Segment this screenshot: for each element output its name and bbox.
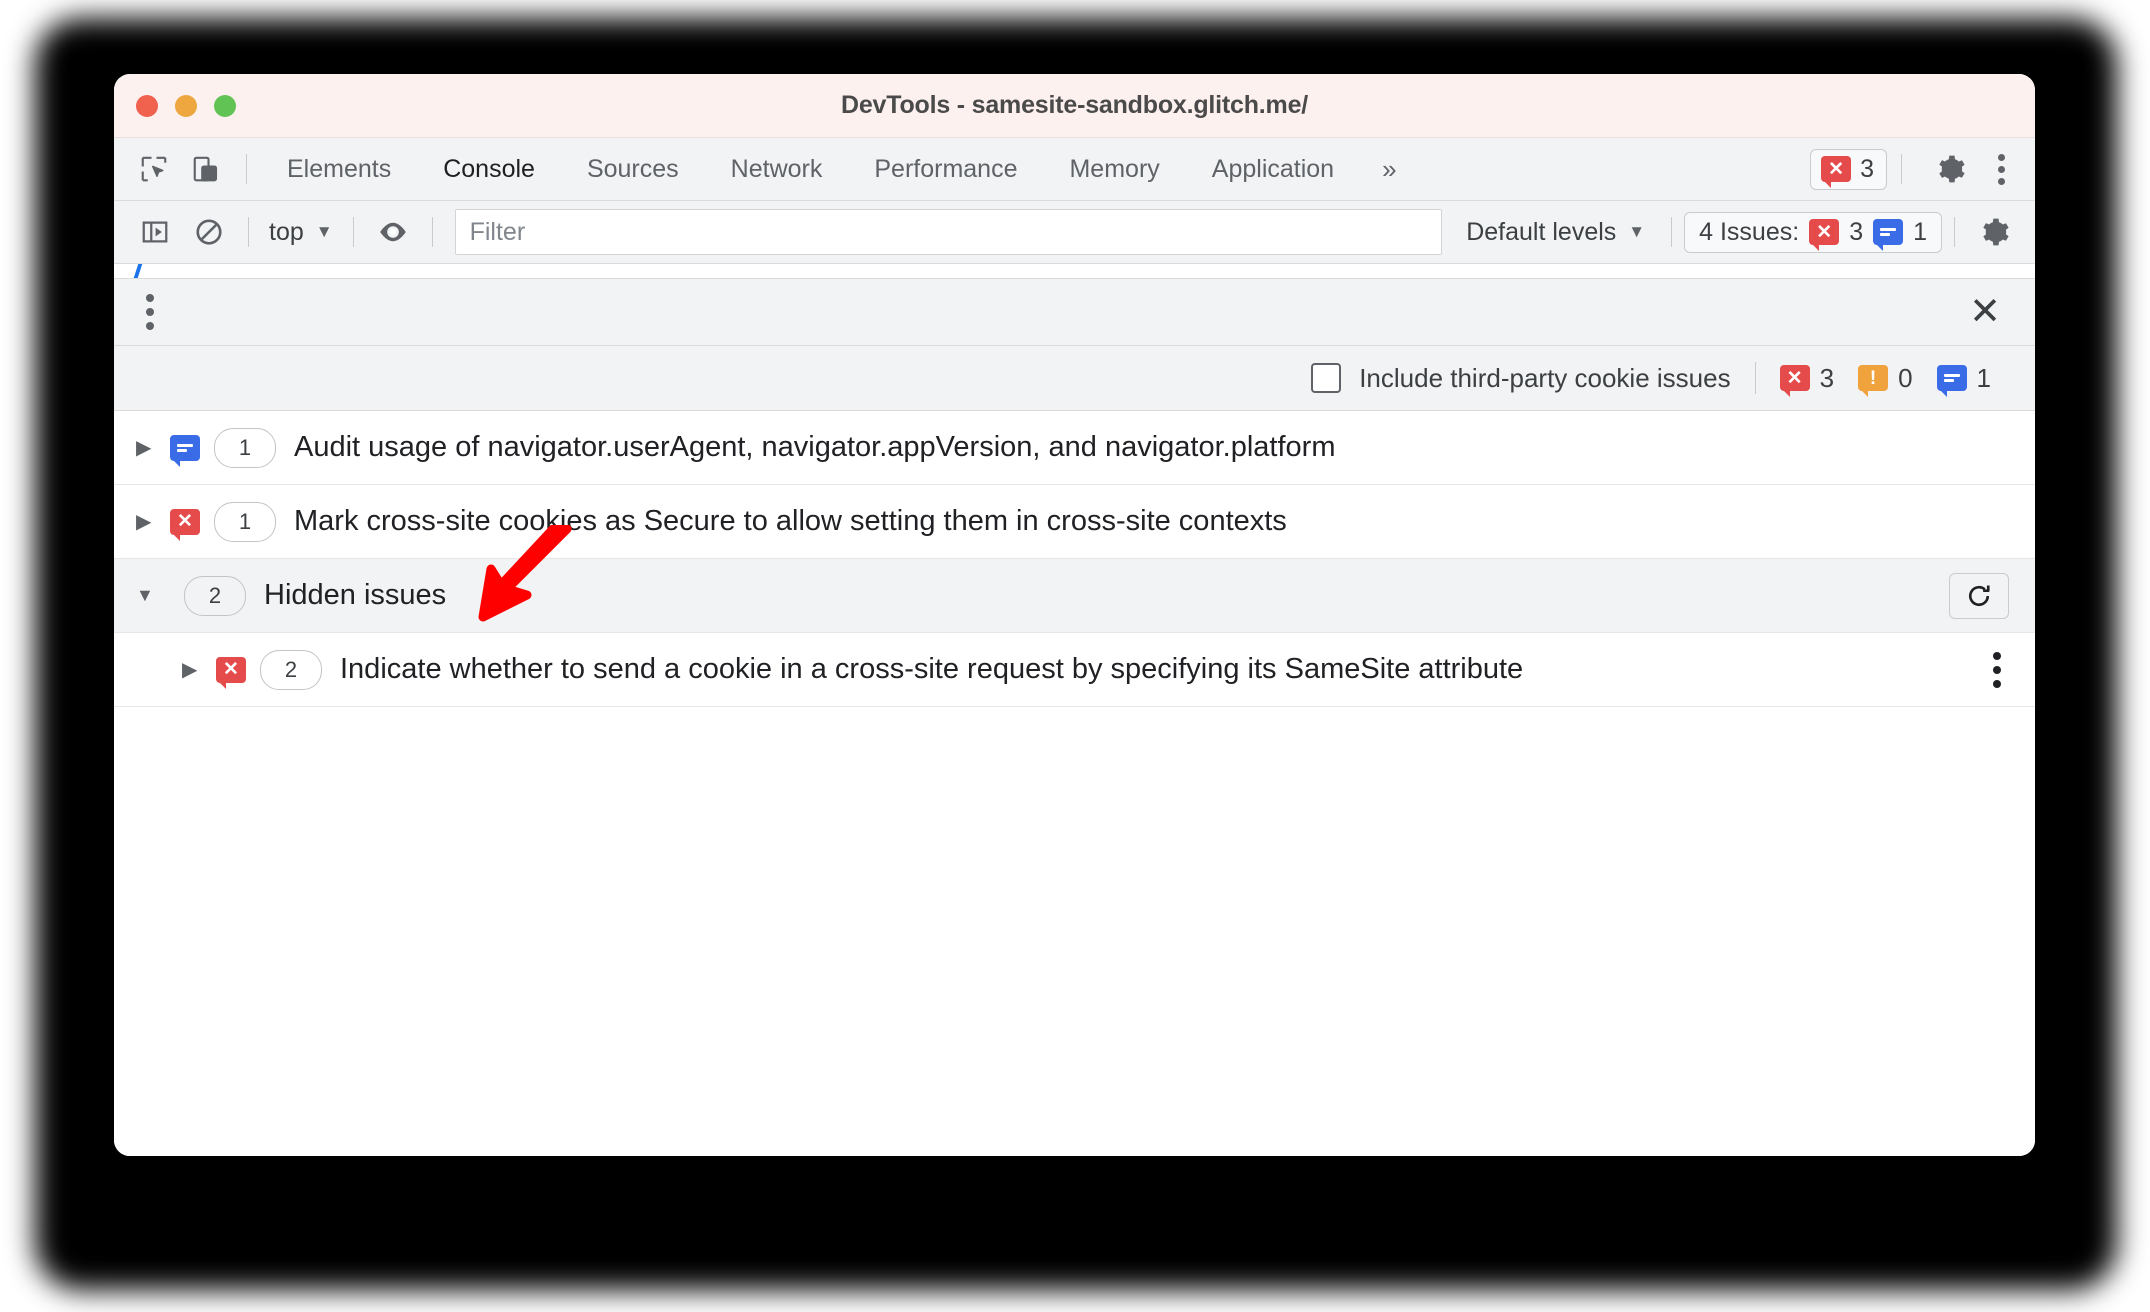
issues-error-count: 3 bbox=[1849, 217, 1864, 246]
toolbar-divider-2 bbox=[352, 217, 354, 247]
drawer-header: ✕ bbox=[114, 279, 2035, 346]
error-bubble-icon: ✕ bbox=[1821, 156, 1852, 188]
live-expression-icon[interactable] bbox=[366, 209, 420, 255]
hidden-issues-group-row[interactable]: ▼ 2 Hidden issues bbox=[114, 559, 2035, 633]
issues-empty-area bbox=[114, 707, 2035, 1156]
issue-row[interactable]: ▶ ✕ 2 Indicate whether to send a cookie … bbox=[114, 633, 2035, 707]
subbar-divider bbox=[1754, 362, 1756, 394]
third-party-cookie-checkbox[interactable]: Include third-party cookie issues bbox=[1311, 362, 1731, 394]
collapse-triangle-icon[interactable]: ▼ bbox=[136, 585, 170, 606]
issues-info-count: 1 bbox=[1913, 217, 1927, 246]
info-count-value: 1 bbox=[1976, 362, 1991, 393]
gear-icon[interactable] bbox=[1967, 209, 2021, 255]
more-tabs-icon[interactable]: » bbox=[1360, 154, 1418, 185]
issue-title: Mark cross-site cookies as Secure to all… bbox=[294, 505, 1287, 537]
error-bubble-icon: ✕ bbox=[1779, 365, 1810, 397]
tab-sources[interactable]: Sources bbox=[561, 138, 705, 200]
chevron-down-icon: ▼ bbox=[315, 222, 333, 241]
filter-placeholder: Filter bbox=[469, 217, 526, 246]
expand-triangle-icon[interactable]: ▶ bbox=[136, 435, 170, 460]
checkbox-label: Include third-party cookie issues bbox=[1359, 362, 1731, 393]
tab-elements[interactable]: Elements bbox=[261, 138, 417, 200]
toolbar-divider-3 bbox=[431, 217, 433, 247]
error-bubble-icon: ✕ bbox=[216, 656, 246, 689]
drawer-tab-strip bbox=[114, 264, 2035, 279]
row-menu-icon[interactable] bbox=[1993, 651, 2001, 688]
expand-triangle-icon[interactable]: ▶ bbox=[182, 657, 216, 682]
title-bar: DevTools - samesite-sandbox.glitch.me/ bbox=[114, 74, 2035, 138]
issues-filter-bar: Include third-party cookie issues ✕ 3 ! … bbox=[114, 346, 2035, 411]
checkbox-icon[interactable] bbox=[1311, 363, 1342, 393]
device-toolbar-icon[interactable] bbox=[180, 146, 232, 192]
info-bubble-icon bbox=[1936, 365, 1967, 397]
console-sidebar-icon[interactable] bbox=[128, 209, 182, 255]
tabbar-right-divider bbox=[1901, 154, 1902, 184]
issue-title: Audit usage of navigator.userAgent, navi… bbox=[294, 431, 1336, 463]
hidden-issues-count-pill: 2 bbox=[184, 575, 246, 616]
clear-console-icon[interactable] bbox=[182, 209, 236, 255]
info-bubble-icon bbox=[1873, 219, 1904, 251]
active-tab-accent bbox=[133, 264, 143, 278]
log-levels-dropdown[interactable]: Default levels ▼ bbox=[1452, 218, 1659, 247]
issue-count-pill: 1 bbox=[214, 501, 276, 542]
toolbar-divider-4 bbox=[1671, 217, 1673, 247]
issue-count-pill: 1 bbox=[214, 427, 276, 468]
warning-count-value: 0 bbox=[1898, 362, 1913, 393]
error-count-badge[interactable]: ✕ 3 bbox=[1810, 148, 1887, 190]
tabbar-right-actions: ✕ 3 bbox=[1810, 146, 2035, 192]
panel-tabs: Elements Console Sources Network Perform… bbox=[261, 138, 1419, 200]
devtools-tab-bar: Elements Console Sources Network Perform… bbox=[114, 138, 2035, 201]
execution-context-selector[interactable]: top ▼ bbox=[261, 218, 341, 247]
console-toolbar: top ▼ Filter Default levels ▼ 4 Issues: bbox=[114, 201, 2035, 264]
error-bubble-icon: ✕ bbox=[170, 508, 200, 541]
screenshot-root: DevTools - samesite-sandbox.glitch.me/ E… bbox=[0, 0, 2150, 1312]
error-count-value: 3 bbox=[1819, 362, 1835, 393]
warning-bubble-icon: ! bbox=[1858, 365, 1889, 397]
kebab-menu-icon[interactable] bbox=[1984, 153, 2019, 185]
error-bubble-icon: ✕ bbox=[1809, 219, 1840, 251]
hidden-issues-title: Hidden issues bbox=[264, 579, 447, 611]
tab-memory[interactable]: Memory bbox=[1043, 138, 1185, 200]
error-count-value: 3 bbox=[1860, 154, 1874, 183]
tab-network[interactable]: Network bbox=[705, 138, 849, 200]
log-levels-label: Default levels bbox=[1466, 217, 1617, 246]
close-icon[interactable]: ✕ bbox=[1963, 293, 2007, 331]
issues-summary-button[interactable]: 4 Issues: ✕ 3 1 bbox=[1684, 211, 1942, 253]
execution-context-value: top bbox=[269, 217, 304, 246]
gear-icon[interactable] bbox=[1924, 146, 1976, 192]
expand-triangle-icon[interactable]: ▶ bbox=[136, 509, 170, 534]
tab-performance[interactable]: Performance bbox=[848, 138, 1043, 200]
issue-title: Indicate whether to send a cookie in a c… bbox=[340, 653, 1524, 685]
issue-count-pill: 2 bbox=[260, 649, 322, 690]
info-bubble-icon bbox=[170, 434, 200, 467]
issue-row[interactable]: ▶ ✕ 1 Mark cross-site cookies as Secure … bbox=[114, 485, 2035, 559]
filter-input[interactable]: Filter bbox=[454, 209, 1443, 255]
chevron-down-icon: ▼ bbox=[1628, 222, 1646, 241]
drawer-menu-icon[interactable] bbox=[136, 288, 164, 336]
issue-counts: ✕ 3 ! 0 1 bbox=[1779, 362, 2005, 397]
tab-console[interactable]: Console bbox=[417, 138, 561, 200]
window-title: DevTools - samesite-sandbox.glitch.me/ bbox=[840, 91, 1309, 119]
tabbar-divider bbox=[246, 154, 247, 184]
toolbar-divider-1 bbox=[248, 217, 249, 247]
refresh-icon[interactable] bbox=[1949, 572, 2009, 619]
tab-application[interactable]: Application bbox=[1186, 138, 1360, 200]
issues-drawer: ✕ Include third-party cookie issues ✕ 3 … bbox=[114, 264, 2035, 1156]
inspect-element-icon[interactable] bbox=[128, 146, 180, 192]
toolbar-divider-5 bbox=[1954, 217, 1955, 247]
devtools-window: DevTools - samesite-sandbox.glitch.me/ E… bbox=[114, 74, 2035, 1156]
issue-row[interactable]: ▶ 1 Audit usage of navigator.userAgent, … bbox=[114, 411, 2035, 485]
issues-count-label: 4 Issues: bbox=[1699, 217, 1800, 246]
